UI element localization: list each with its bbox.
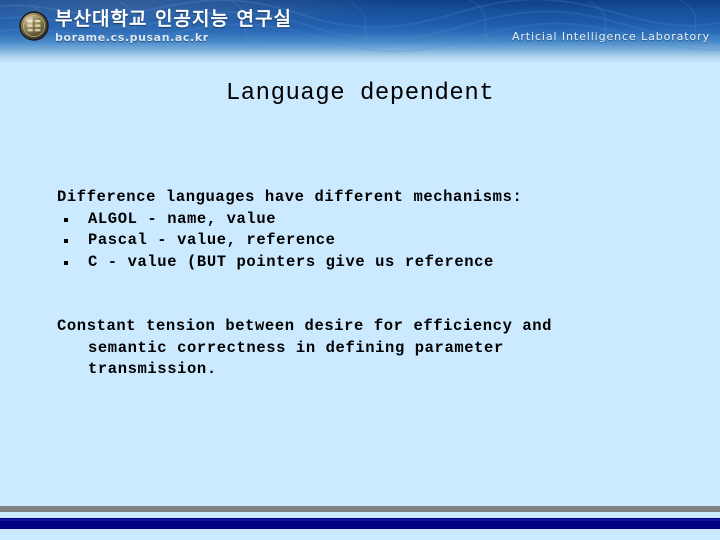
brand-korean-title: 부산대학교 인공지능 연구실 [55,8,292,30]
closing-paragraph-line-1: Constant tension between desire for effi… [57,317,553,335]
page-title: Language dependent [225,80,495,107]
footer-navy-highlight [0,519,720,521]
list-item-label: ALGOL - name, value [88,209,277,228]
list-item: Pascal - value, reference [57,230,667,252]
closing-paragraph-line-2: semantic correctness in defining paramet… [88,338,504,357]
header-banner: 부산대학교 인공지능 연구실 borame.cs.pusan.ac.kr Art… [0,0,720,64]
university-seal-icon [19,11,49,41]
bullet-icon [64,217,68,222]
list-item-label: C - value (BUT pointers give us referenc… [88,252,494,271]
brand-url: borame.cs.pusan.ac.kr [55,31,209,44]
footer-gray-bar [0,506,720,512]
lab-name-label: Articial Intelligence Laboratory [511,30,710,43]
list-item: ALGOL - name, value [57,209,667,231]
bullet-icon [64,260,68,265]
brand-block: 부산대학교 인공지능 연구실 borame.cs.pusan.ac.kr [55,8,292,45]
list-item: C - value (BUT pointers give us referenc… [57,252,667,274]
intro-line: Difference languages have different mech… [57,188,523,206]
closing-paragraph-line-3: transmission. [88,360,217,378]
bullet-icon [64,239,68,243]
list-item-label: Pascal - value, reference [88,231,336,249]
slide-canvas: 부산대학교 인공지능 연구실 borame.cs.pusan.ac.kr Art… [0,0,720,540]
closing-paragraph: Constant tension between desire for effi… [57,316,667,381]
slide-content: Difference languages have different mech… [57,187,667,381]
